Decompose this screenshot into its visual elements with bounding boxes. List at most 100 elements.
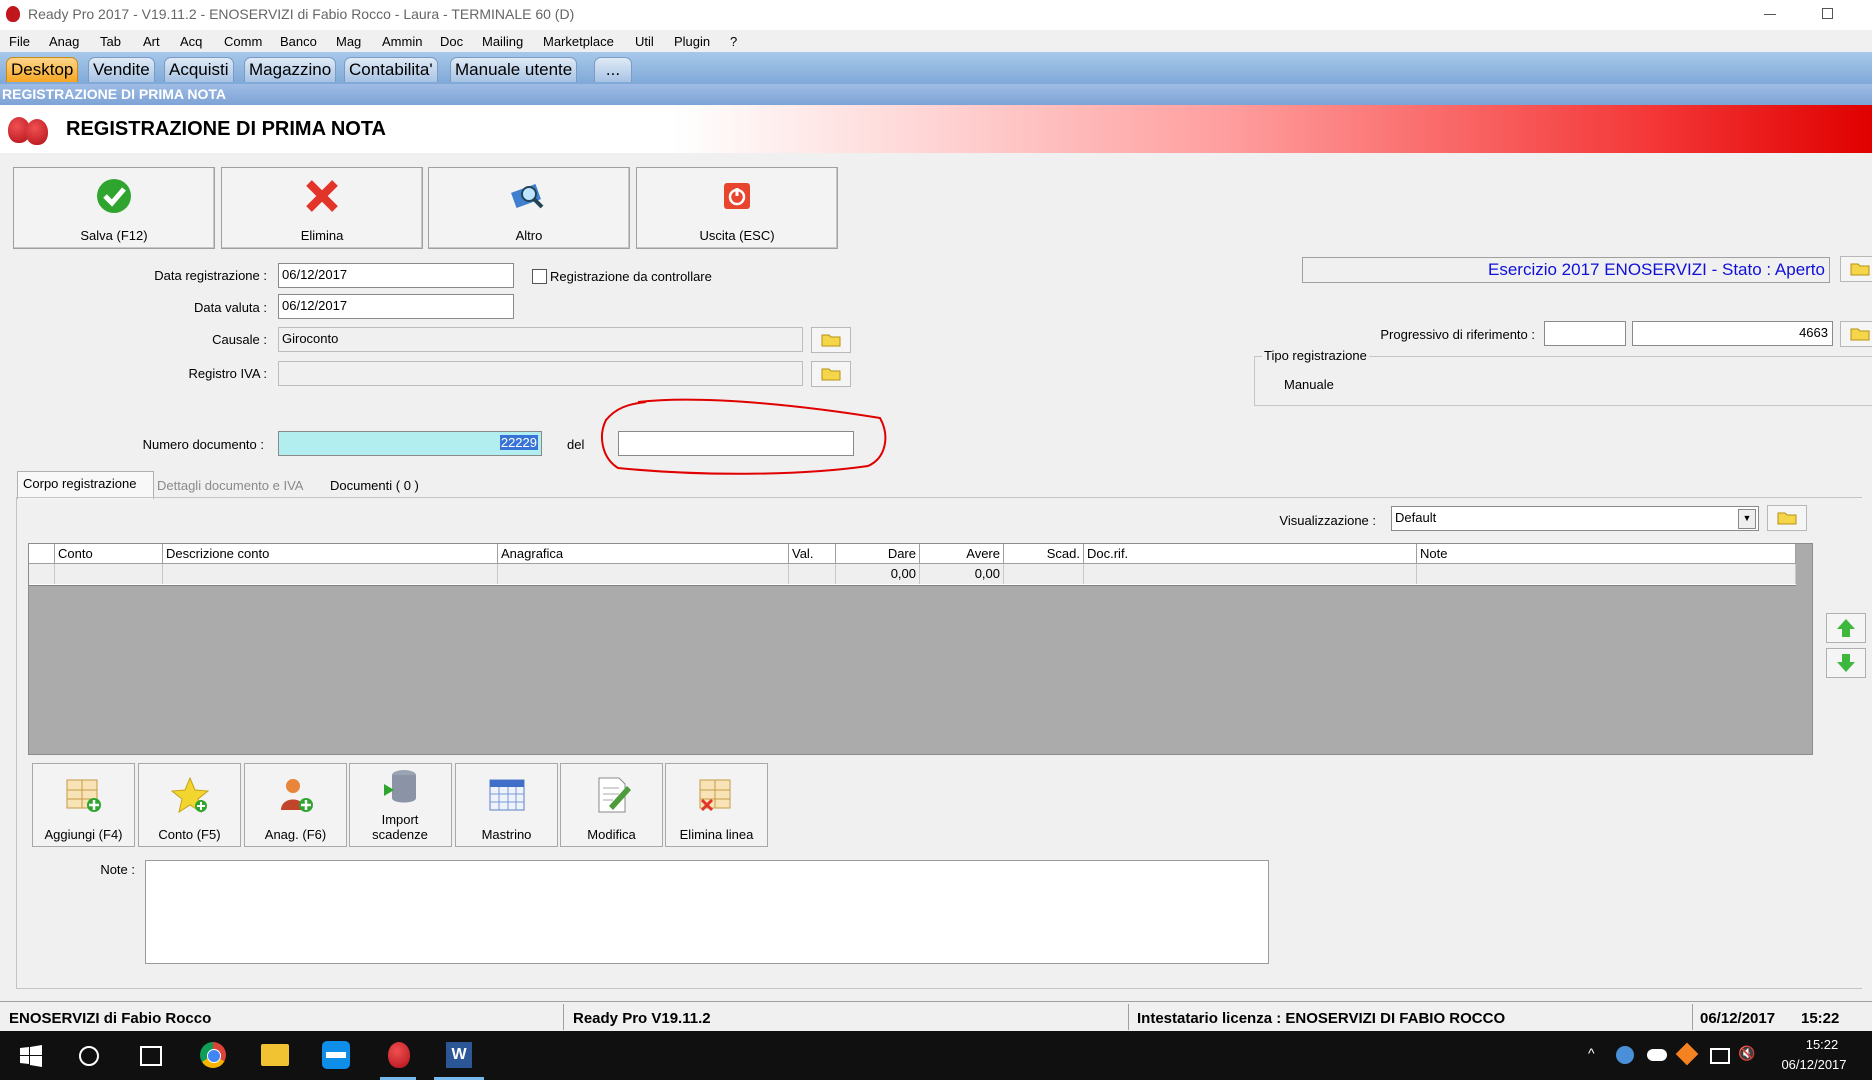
maximize-icon[interactable]	[1822, 8, 1833, 19]
data-registrazione-field[interactable]: 06/12/2017	[278, 263, 514, 288]
minimize-icon[interactable]	[1764, 14, 1776, 15]
tab-desktop[interactable]: Desktop	[6, 57, 79, 82]
move-down-button[interactable]	[1826, 648, 1866, 678]
other-button[interactable]: Altro	[428, 167, 630, 249]
grid-header[interactable]: Dare	[836, 544, 920, 564]
tab-manuale-utente[interactable]: Manuale utente	[450, 57, 578, 82]
chevron-up-icon[interactable]: ^	[1588, 1045, 1595, 1061]
folder-icon	[821, 334, 841, 347]
move-up-button[interactable]	[1826, 613, 1866, 643]
anag-button[interactable]: Anag. (F6)	[244, 763, 347, 847]
menu-mag[interactable]: Mag	[336, 34, 361, 49]
network-globe-icon[interactable]	[1616, 1046, 1634, 1064]
progressivo-field-b[interactable]: 4663	[1632, 321, 1833, 346]
grid-cell-scad[interactable]	[1004, 564, 1084, 584]
save-button[interactable]: Salva (F12)	[13, 167, 215, 249]
mastrino-button[interactable]: Mastrino	[455, 763, 558, 847]
status-company: ENOSERVIZI di Fabio Rocco	[9, 1010, 212, 1027]
grid-cell-dare[interactable]: 0,00	[836, 564, 920, 584]
tab-more[interactable]: ...	[594, 57, 632, 82]
tab-documenti[interactable]: Documenti ( 0 )	[330, 478, 419, 493]
import-scadenze-button[interactable]: Import scadenze	[349, 763, 452, 847]
data-valuta-field[interactable]: 06/12/2017	[278, 294, 514, 319]
clock-date[interactable]: 06/12/2017	[1769, 1057, 1859, 1072]
controllare-checkbox[interactable]	[532, 269, 547, 284]
exit-button[interactable]: Uscita (ESC)	[636, 167, 838, 249]
visualizzazione-select[interactable]: Default ▼	[1391, 506, 1759, 531]
tab-dettagli-documento[interactable]: Dettagli documento e IVA	[157, 478, 303, 493]
avast-icon[interactable]	[1675, 1042, 1699, 1066]
controllare-label: Registrazione da controllare	[550, 269, 712, 284]
chevron-down-icon[interactable]: ▼	[1738, 509, 1756, 529]
windows-start-icon[interactable]	[20, 1045, 42, 1067]
grid-row-selector[interactable]	[29, 564, 55, 584]
progressivo-field-a[interactable]	[1544, 321, 1626, 346]
note-textarea[interactable]	[145, 860, 1269, 964]
grid-inner: Conto Descrizione conto Anagrafica Val. …	[29, 544, 1796, 585]
registro-iva-browse-button[interactable]	[811, 361, 851, 387]
menu-tab[interactable]: Tab	[100, 34, 121, 49]
grid-cell-avere[interactable]: 0,00	[920, 564, 1004, 584]
grid-header[interactable]: Conto	[55, 544, 163, 564]
speaker-muted-icon[interactable]: 🔇	[1738, 1045, 1755, 1062]
menu-marketplace[interactable]: Marketplace	[543, 34, 614, 49]
delete-line-button[interactable]: Elimina linea	[665, 763, 768, 847]
grid-cell-note[interactable]	[1417, 564, 1796, 584]
menu-util[interactable]: Util	[635, 34, 654, 49]
tab-vendite[interactable]: Vendite	[88, 57, 155, 82]
file-explorer-icon[interactable]	[261, 1044, 289, 1066]
grid-cell-anagrafica[interactable]	[498, 564, 789, 584]
menu-banco[interactable]: Banco	[280, 34, 317, 49]
add-line-button[interactable]: Aggiungi (F4)	[32, 763, 135, 847]
grid-cell-val[interactable]	[789, 564, 836, 584]
search-icon[interactable]	[79, 1046, 99, 1066]
registration-grid[interactable]: Conto Descrizione conto Anagrafica Val. …	[28, 543, 1813, 755]
cloud-icon[interactable]	[1647, 1049, 1667, 1061]
menu-anag[interactable]: Anag	[49, 34, 79, 49]
menu-plugin[interactable]: Plugin	[674, 34, 710, 49]
menu-doc[interactable]: Doc	[440, 34, 463, 49]
menu-file[interactable]: File	[9, 34, 30, 49]
tab-magazzino[interactable]: Magazzino	[244, 57, 337, 82]
grid-header[interactable]: Val.	[789, 544, 836, 564]
subheader-text: REGISTRAZIONE DI PRIMA NOTA	[2, 86, 226, 102]
display-icon[interactable]	[1710, 1048, 1730, 1064]
causale-browse-button[interactable]	[811, 327, 851, 353]
chrome-icon[interactable]	[200, 1042, 226, 1068]
registro-iva-field[interactable]	[278, 361, 803, 386]
menu-comm[interactable]: Comm	[224, 34, 262, 49]
menu-art[interactable]: Art	[143, 34, 160, 49]
grid-header[interactable]: Avere	[920, 544, 1004, 564]
tab-contabilita[interactable]: Contabilita'	[344, 57, 438, 82]
progressivo-browse-button[interactable]	[1840, 321, 1872, 347]
grid-header[interactable]: Descrizione conto	[163, 544, 498, 564]
grid-cell-descrizione[interactable]	[163, 564, 498, 584]
menu-help[interactable]: ?	[730, 34, 737, 49]
grid-header[interactable]: Scad.	[1004, 544, 1084, 564]
grid-cell-docrif[interactable]	[1084, 564, 1417, 584]
modifica-label: Modifica	[587, 827, 636, 842]
menu-acq[interactable]: Acq	[180, 34, 202, 49]
grid-cell-conto[interactable]	[55, 564, 163, 584]
tab-acquisti[interactable]: Acquisti	[164, 57, 234, 82]
grid-header[interactable]: Note	[1417, 544, 1796, 564]
visualizzazione-browse-button[interactable]	[1767, 505, 1807, 531]
menu-mailing[interactable]: Mailing	[482, 34, 523, 49]
numero-documento-field[interactable]: 22229	[278, 431, 542, 456]
grid-header[interactable]: Doc.rif.	[1084, 544, 1417, 564]
clock-time[interactable]: 15:22	[1794, 1037, 1850, 1052]
folder-icon	[821, 368, 841, 381]
delete-button[interactable]: Elimina	[221, 167, 423, 249]
word-icon[interactable]: W	[446, 1042, 472, 1068]
grid-header[interactable]: Anagrafica	[498, 544, 789, 564]
tab-corpo-registrazione[interactable]: Corpo registrazione	[17, 471, 154, 499]
modifica-button[interactable]: Modifica	[560, 763, 663, 847]
task-view-icon[interactable]	[140, 1046, 162, 1066]
teamviewer-icon[interactable]	[322, 1041, 350, 1069]
causale-field[interactable]: Giroconto	[278, 327, 803, 352]
esercizio-browse-button[interactable]	[1840, 256, 1872, 282]
ready-pro-icon[interactable]	[388, 1042, 410, 1068]
add-line-label: Aggiungi (F4)	[44, 827, 123, 842]
menu-ammin[interactable]: Ammin	[382, 34, 422, 49]
conto-button[interactable]: Conto (F5)	[138, 763, 241, 847]
